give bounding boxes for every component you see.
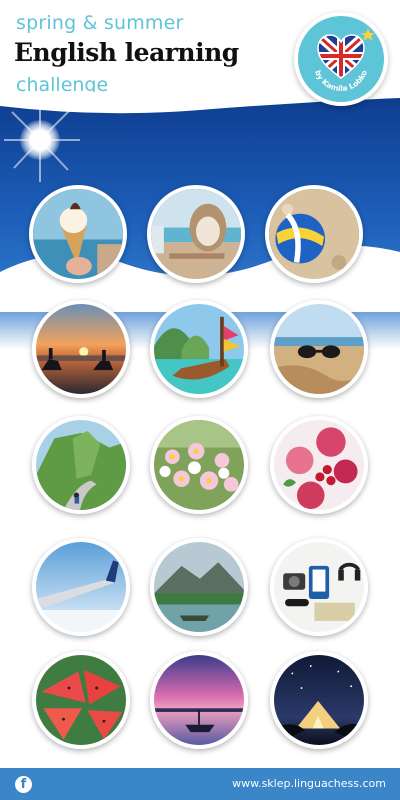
- facebook-icon[interactable]: f: [15, 776, 32, 793]
- photo-sunglasses-sand[interactable]: [270, 300, 368, 398]
- photo-berry-drinks[interactable]: [270, 416, 368, 514]
- footer-bar: f www.sklep.linguachess.com: [0, 768, 400, 800]
- airplane-wing-image: [36, 542, 126, 632]
- heart-uk-flag-icon: by Kamila Lobko: [313, 28, 375, 93]
- ice-cream-image: [33, 189, 123, 279]
- photo-beach-volleyball[interactable]: [265, 185, 363, 283]
- photo-longtail-boat[interactable]: [150, 300, 248, 398]
- photo-airplane-wing[interactable]: [32, 538, 130, 636]
- rattan-chair-image: [151, 189, 241, 279]
- longtail-boat-image: [154, 304, 244, 394]
- watermelon-image: [36, 655, 126, 745]
- photo-travel-flatlay[interactable]: [270, 538, 368, 636]
- photo-mountain-road[interactable]: [32, 416, 130, 514]
- boat-dusk-image: [154, 655, 244, 745]
- photo-grid: [0, 0, 400, 800]
- website-link[interactable]: www.sklep.linguachess.com: [232, 777, 386, 790]
- photo-horse-riders[interactable]: [32, 300, 130, 398]
- mountain-road-image: [36, 420, 126, 510]
- travel-flatlay-image: [274, 542, 364, 632]
- sunglasses-sand-image: [274, 304, 364, 394]
- berry-drinks-image: [274, 420, 364, 510]
- tent-stars-image: [274, 655, 364, 745]
- mountain-lake-image: [154, 542, 244, 632]
- photo-daisy-meadow[interactable]: [150, 416, 248, 514]
- photo-ice-cream[interactable]: [29, 185, 127, 283]
- beach-volleyball-image: [269, 189, 359, 279]
- daisy-meadow-image: [154, 420, 244, 510]
- photo-mountain-lake[interactable]: [150, 538, 248, 636]
- photo-tent-stars[interactable]: [270, 651, 368, 749]
- horse-riders-image: [36, 304, 126, 394]
- author-badge: by Kamila Lobko: [294, 12, 388, 106]
- photo-watermelon[interactable]: [32, 651, 130, 749]
- photo-boat-dusk[interactable]: [150, 651, 248, 749]
- photo-rattan-chair[interactable]: [147, 185, 245, 283]
